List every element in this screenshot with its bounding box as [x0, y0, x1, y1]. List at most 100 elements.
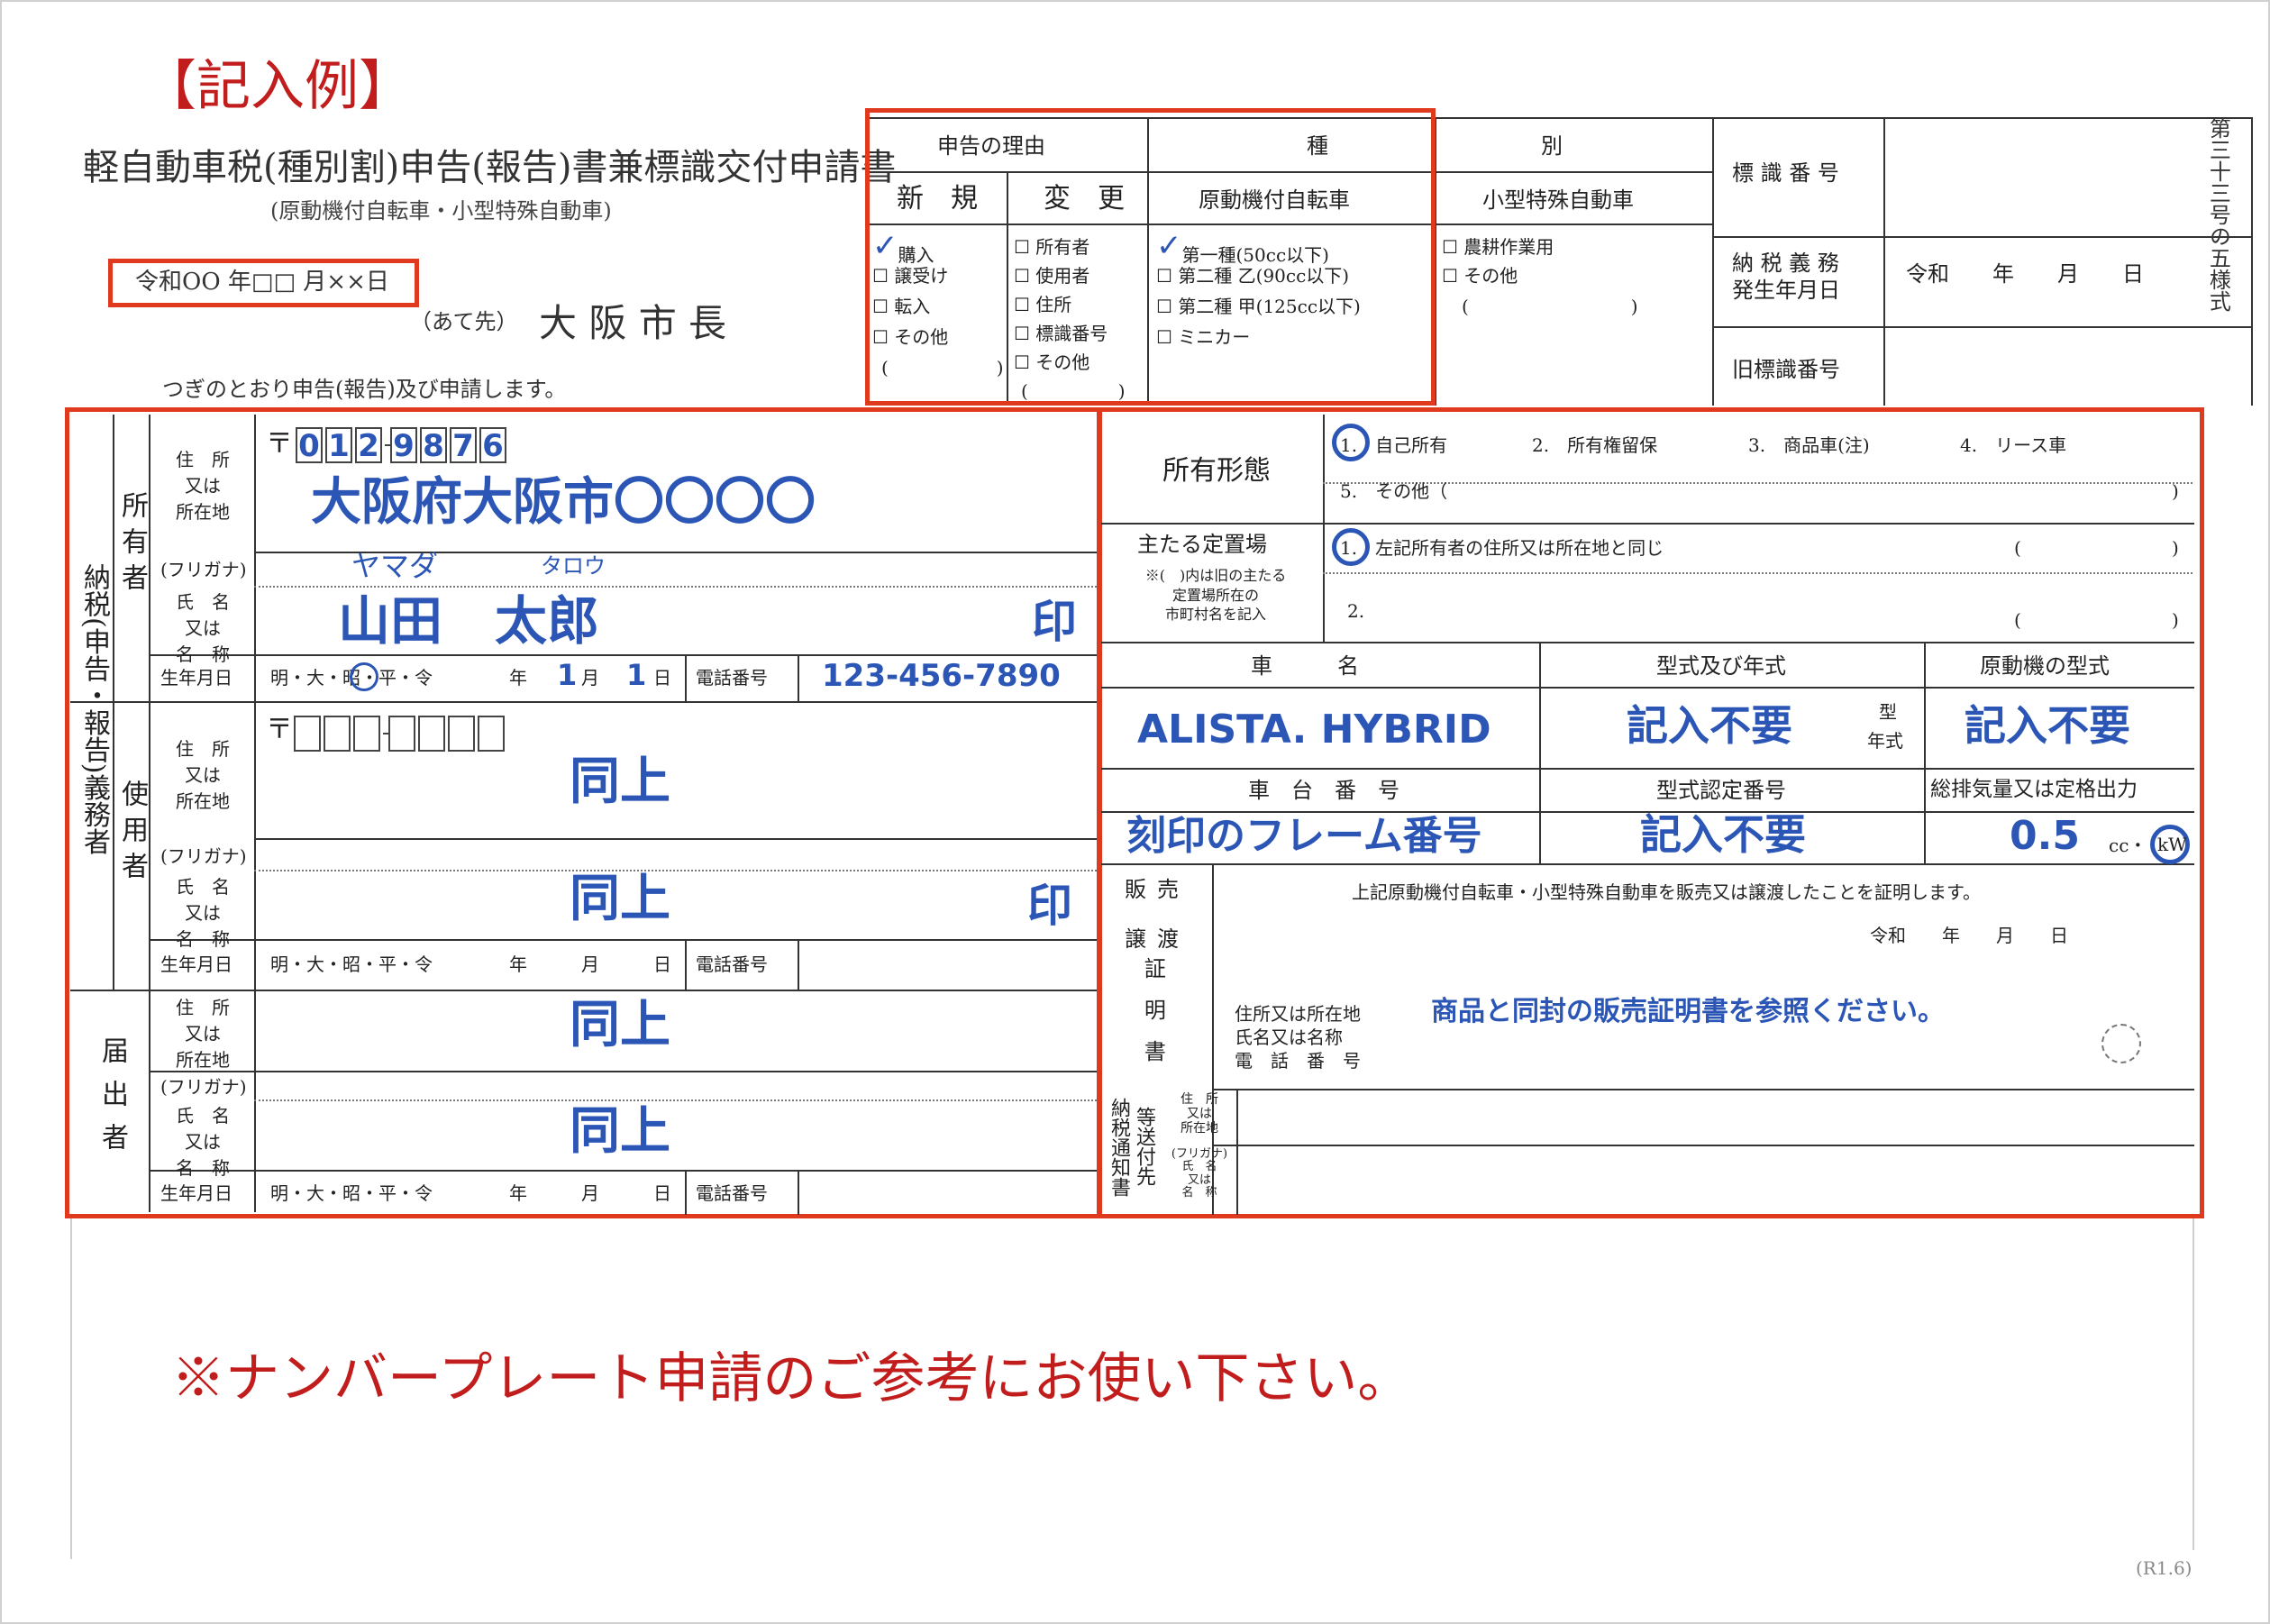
filer-month-unit: 月 [581, 1182, 599, 1204]
storage-label: 主たる定置場 [1137, 532, 1267, 557]
displacement-value[interactable]: 0.5 [2010, 817, 2080, 856]
storage-note: ※( )内は旧の主たる 定置場所在の 市町村名を記入 [1144, 567, 1287, 624]
postal-digit-box[interactable]: 6 [479, 427, 506, 463]
owner-phone-value[interactable]: 123-456-7890 [822, 661, 1061, 691]
moped-item-class2b[interactable]: ☐ 第二種 乙(90cc以下) [1156, 267, 1349, 285]
filer-name-value[interactable]: 同上 [570, 1107, 670, 1157]
storage-open-paren-2: ( [2014, 609, 2021, 631]
storage-option-2[interactable]: 2. [1347, 602, 1364, 620]
postal-digit-box[interactable] [478, 716, 505, 752]
sales-vertical-2: 譲渡 [1125, 926, 1190, 952]
postal-digit-box[interactable]: 7 [450, 427, 477, 463]
change-item-user[interactable]: ☐ 使用者 [1014, 267, 1089, 285]
moped-item-minicar[interactable]: ☐ ミニカー [1156, 328, 1250, 346]
footer-code: (R1.6) [2136, 1557, 2193, 1579]
filer-year-unit: 年 [509, 1182, 527, 1204]
sales-note[interactable]: 商品と同封の販売証明書を参照ください。 [1431, 999, 1945, 1026]
owner-name-value[interactable]: 山田 太郎 [338, 595, 599, 647]
owner-furigana-given[interactable]: タロウ [541, 555, 606, 577]
cert-number-value[interactable]: 記入不要 [1640, 814, 1806, 855]
postal-digit-box[interactable]: 2 [355, 427, 382, 463]
postal-digit-box[interactable] [324, 716, 351, 752]
ownership-option-1[interactable]: 1. 自己所有 [1340, 436, 1447, 454]
date-field[interactable]: 令和OO 年□□ 月××日 [135, 270, 389, 294]
postal-digit-box[interactable]: 8 [420, 427, 447, 463]
tax-date-value[interactable]: 令和 年 月 日 [1906, 263, 2144, 285]
vehicle-name-value[interactable]: ALISTA. HYBRID [1137, 710, 1491, 750]
user-address-value[interactable]: 同上 [570, 757, 670, 807]
change-item-plate[interactable]: ☐ 標識番号 [1014, 324, 1108, 342]
sales-date[interactable]: 令和 年 月 日 [1870, 926, 2068, 944]
new-header: 新 規 [897, 183, 978, 214]
storage-open-paren-1: ( [2014, 537, 2021, 559]
sales-vertical-1: 販売 [1125, 877, 1190, 902]
new-item-paren: ( ) [881, 357, 1004, 379]
postal-digit-box[interactable] [448, 716, 475, 752]
frame-number-value[interactable]: 刻印のフレーム番号 [1126, 817, 1482, 856]
owner-phone-label: 電話番号 [696, 667, 768, 689]
owner-birth-month[interactable]: 1 [557, 661, 577, 689]
ownership-close-paren: ) [2172, 480, 2179, 502]
user-name-value[interactable]: 同上 [570, 874, 670, 925]
storage-close-paren-1: ) [2172, 537, 2179, 559]
owner-year-unit: 年 [509, 667, 527, 689]
ownership-other[interactable]: 5. その他（ [1340, 482, 1447, 500]
filer-vertical-label: 届出者 [96, 1036, 128, 1166]
cert-number-label: 型式認定番号 [1656, 778, 1786, 803]
owner-vertical-label: 所有者 [116, 491, 148, 599]
postal-digit-box[interactable] [388, 716, 415, 752]
ownership-option-2[interactable]: 2. 所有権留保 [1532, 436, 1657, 454]
sheet-right-edge [2193, 1217, 2194, 1550]
new-item-other[interactable]: ☐ その他 [872, 328, 948, 346]
special-item-farm[interactable]: ☐ 農耕作業用 [1442, 238, 1554, 256]
moped-item-class1[interactable]: ✓第一種(50cc以下) [1156, 231, 1329, 267]
seal-placeholder-icon [2101, 1024, 2141, 1063]
user-phone-label: 電話番号 [696, 953, 768, 975]
example-label: 【記入例】 [142, 55, 413, 118]
filer-name-label: 氏 名 又は 名 称 [176, 1105, 230, 1179]
postal-digit-box[interactable]: 0 [296, 427, 323, 463]
change-item-other[interactable]: ☐ その他 [1014, 353, 1089, 371]
owner-name-label: 氏 名 又は 名 称 [176, 591, 230, 665]
postal-digit-box[interactable] [294, 716, 321, 752]
type-header-right: 別 [1541, 133, 1563, 159]
user-name-label: 氏 名 又は 名 称 [176, 876, 230, 950]
postal-digit-box[interactable]: 9 [390, 427, 417, 463]
new-item-transfer[interactable]: ☐ 譲受け [872, 267, 948, 285]
ownership-option-3[interactable]: 3. 商品車(注) [1748, 436, 1870, 454]
user-day-unit: 日 [653, 953, 671, 975]
tax-date-label-2: 発生年月日 [1732, 278, 1840, 303]
postal-digit-box[interactable] [418, 716, 445, 752]
special-item-other[interactable]: ☐ その他 [1442, 267, 1518, 285]
unit-cc: cc・ [2109, 835, 2147, 856]
vehicle-name-label: 車 名 [1251, 653, 1359, 679]
engine-model-value[interactable]: 記入不要 [1965, 705, 2130, 746]
displacement-label: 総排気量又は定格出力 [1930, 778, 2138, 801]
change-item-owner[interactable]: ☐ 所有者 [1014, 238, 1089, 256]
tax-notice-vertical: 納税通知書 [1108, 1098, 1130, 1197]
owner-address-value[interactable]: 大阪府大阪市〇〇〇〇 [311, 478, 816, 528]
new-item-purchase[interactable]: ✓購入 [872, 231, 934, 267]
new-item-move-in[interactable]: ☐ 転入 [872, 297, 930, 315]
moped-item-class2a[interactable]: ☐ 第二種 甲(125cc以下) [1156, 297, 1361, 315]
postal-digit-box[interactable] [353, 716, 380, 752]
storage-option-1[interactable]: 1. 左記所有者の住所又は所在地と同じ [1340, 539, 1664, 557]
owner-day-unit: 日 [653, 667, 671, 689]
user-postal-mark: 〒 [266, 714, 293, 745]
postal-digit-box[interactable]: 1 [325, 427, 352, 463]
user-era-options[interactable]: 明・大・昭・平・令 [270, 955, 433, 973]
filer-address-value[interactable]: 同上 [570, 1000, 670, 1051]
postal-dash [383, 733, 388, 734]
filer-era-options[interactable]: 明・大・昭・平・令 [270, 1184, 433, 1202]
old-plate-label: 旧標識番号 [1732, 357, 1840, 382]
send-name-label: (フリガナ) 氏 名 又は 名 称 [1171, 1147, 1228, 1200]
change-item-address[interactable]: ☐ 住所 [1014, 296, 1071, 314]
ownership-option-4[interactable]: 4. リース車 [1960, 436, 2066, 454]
owner-furigana-family[interactable]: ヤマダ [351, 552, 438, 580]
model-year-value[interactable]: 記入不要 [1627, 705, 1792, 746]
owner-birth-day[interactable]: 1 [626, 661, 646, 689]
user-seal: 印 [1027, 880, 1072, 932]
moped-header: 原動機付自転車 [1199, 187, 1350, 213]
special-item-paren: ( ) [1462, 296, 1638, 317]
postal-dash [385, 444, 390, 446]
